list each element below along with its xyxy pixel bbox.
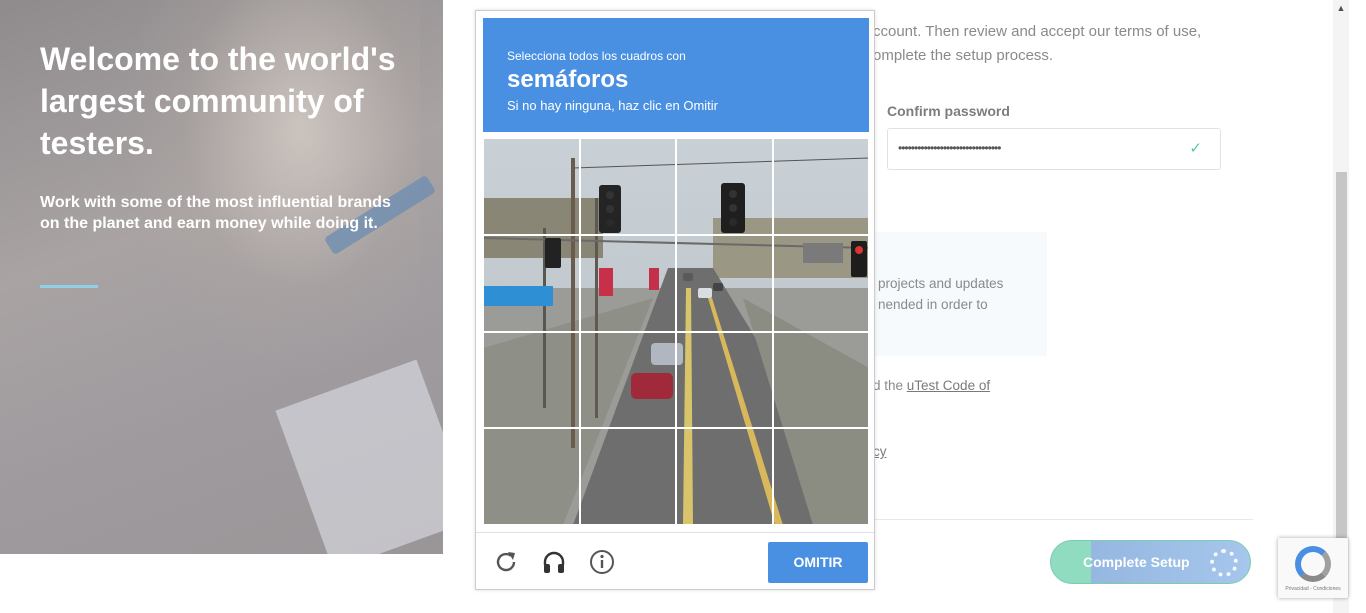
captcha-header: Selecciona todos los cuadros con semáfor… bbox=[483, 18, 869, 132]
notice-text: projects and updates nended in order to bbox=[878, 276, 1004, 312]
captcha-tile[interactable] bbox=[483, 428, 580, 525]
headphones-icon[interactable] bbox=[540, 549, 568, 577]
code-of-conduct-line: d the uTest Code of bbox=[873, 378, 990, 393]
confirm-password-label: Confirm password bbox=[887, 103, 1010, 119]
captcha-tile[interactable] bbox=[579, 331, 676, 429]
complete-setup-button[interactable]: Complete Setup bbox=[1050, 540, 1251, 584]
captcha-tile[interactable] bbox=[772, 138, 869, 235]
captcha-image-grid bbox=[483, 138, 869, 525]
skip-button[interactable]: OMITIR bbox=[768, 542, 868, 583]
captcha-keyword: semáforos bbox=[507, 66, 629, 93]
form-divider bbox=[873, 519, 1253, 520]
captcha-tile[interactable] bbox=[772, 428, 869, 525]
captcha-tile[interactable] bbox=[483, 331, 580, 429]
captcha-instruction: Selecciona todos los cuadros con bbox=[507, 49, 686, 63]
scrollbar-thumb[interactable] bbox=[1336, 172, 1347, 542]
captcha-footer-divider bbox=[476, 532, 874, 533]
captcha-tile[interactable] bbox=[579, 428, 676, 525]
captcha-tile[interactable] bbox=[676, 331, 773, 429]
captcha-tile[interactable] bbox=[772, 234, 869, 332]
captcha-tile[interactable] bbox=[676, 428, 773, 525]
hero-title: Welcome to the world's largest community… bbox=[40, 41, 396, 161]
code-of-conduct-link[interactable]: uTest Code of bbox=[907, 378, 990, 393]
code-prefix: d the bbox=[873, 378, 907, 393]
intro-text-line1: ccount. Then review and accept our terms… bbox=[873, 23, 1202, 40]
hero-divider bbox=[40, 285, 98, 288]
captcha-tile[interactable] bbox=[579, 138, 676, 235]
captcha-tiles bbox=[483, 138, 869, 525]
captcha-tile[interactable] bbox=[676, 138, 773, 235]
check-icon: ✓ bbox=[1189, 140, 1202, 157]
hero-subtitle: Work with some of the most influential b… bbox=[40, 194, 391, 232]
hero-paper-graphic bbox=[275, 359, 443, 554]
captcha-tile[interactable] bbox=[772, 331, 869, 429]
recaptcha-badge-text: Privacidad - Condiciones bbox=[1285, 586, 1341, 592]
captcha-hint: Si no hay ninguna, haz clic en Omitir bbox=[507, 98, 718, 113]
scroll-up-arrow-icon[interactable]: ▲ bbox=[1335, 2, 1347, 14]
reload-icon[interactable] bbox=[492, 549, 520, 577]
loading-spinner-icon bbox=[1210, 549, 1238, 577]
complete-setup-label: Complete Setup bbox=[1083, 554, 1190, 570]
captcha-challenge: Selecciona todos los cuadros con semáfor… bbox=[475, 10, 875, 590]
captcha-tile[interactable] bbox=[483, 138, 580, 235]
privacy-policy-link[interactable]: cy bbox=[873, 444, 887, 459]
captcha-tile[interactable] bbox=[676, 234, 773, 332]
info-icon[interactable] bbox=[588, 549, 616, 577]
confirm-password-field[interactable]: •••••••••••••••••••••••••••••••• ✓ bbox=[887, 128, 1221, 170]
captcha-tile[interactable] bbox=[579, 234, 676, 332]
recaptcha-logo-icon bbox=[1295, 546, 1331, 582]
recaptcha-badge[interactable]: Privacidad - Condiciones bbox=[1278, 538, 1348, 598]
hero-panel: Welcome to the world's largest community… bbox=[0, 0, 443, 554]
captcha-tile[interactable] bbox=[483, 234, 580, 332]
confirm-password-value: •••••••••••••••••••••••••••••••• bbox=[898, 141, 1001, 155]
intro-text-line2: omplete the setup process. bbox=[873, 47, 1054, 64]
